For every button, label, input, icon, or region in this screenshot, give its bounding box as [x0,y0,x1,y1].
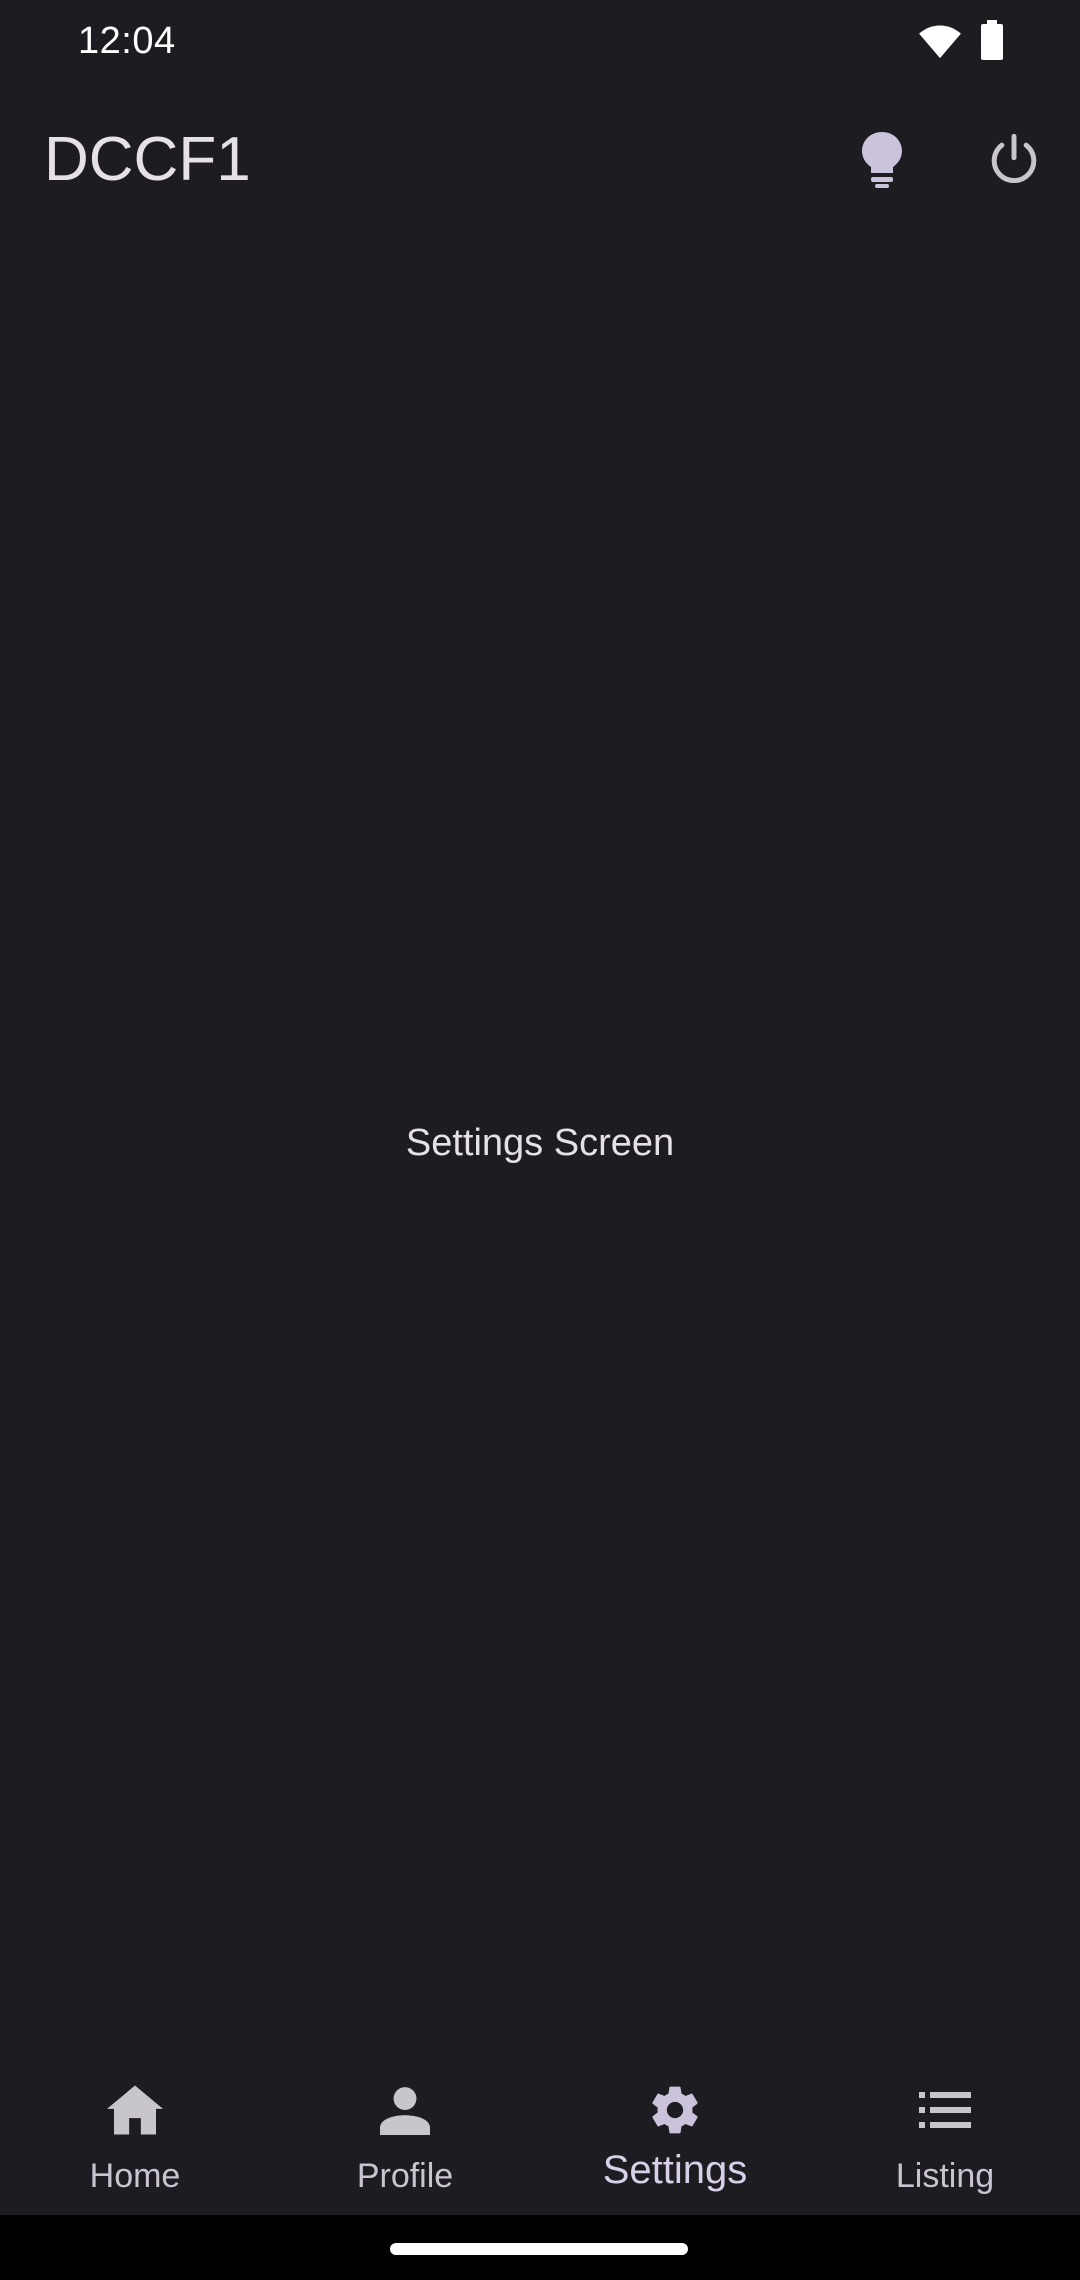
person-icon [373,2078,437,2142]
status-time: 12:04 [78,20,176,62]
top-app-bar: DCCF1 [0,84,1080,234]
nav-item-profile[interactable]: Profile [270,2060,540,2215]
wifi-icon [918,20,962,65]
bottom-navigation-bar: Home Profile Settings Listing [0,2060,1080,2215]
theme-toggle-button[interactable] [842,122,922,202]
battery-icon [980,20,1004,65]
nav-label-profile: Profile [356,2157,454,2195]
lightbulb-icon [860,131,904,193]
power-icon [987,133,1041,192]
nav-item-home[interactable]: Home [0,2060,270,2215]
power-button[interactable] [974,122,1054,202]
content-area: Settings Screen [0,234,1080,2060]
gesture-handle[interactable] [390,2243,688,2255]
status-bar: 12:04 [0,0,1080,84]
status-icons [918,20,1004,65]
nav-label-listing: Listing [895,2157,995,2195]
nav-label-settings: Settings [602,2148,748,2192]
settings-screen: 12:04 DCCF1 Settings Screen Home Profile… [0,0,1080,2280]
nav-item-settings[interactable]: Settings [540,2060,810,2215]
nav-label-home: Home [89,2157,181,2195]
screen-placeholder-text: Settings Screen [405,1122,675,1164]
app-title: DCCF1 [44,125,251,194]
home-icon [103,2078,167,2142]
list-icon [913,2078,977,2142]
nav-item-listing[interactable]: Listing [810,2060,1080,2215]
gear-icon [643,2078,707,2142]
system-gesture-bar [0,2215,1080,2280]
